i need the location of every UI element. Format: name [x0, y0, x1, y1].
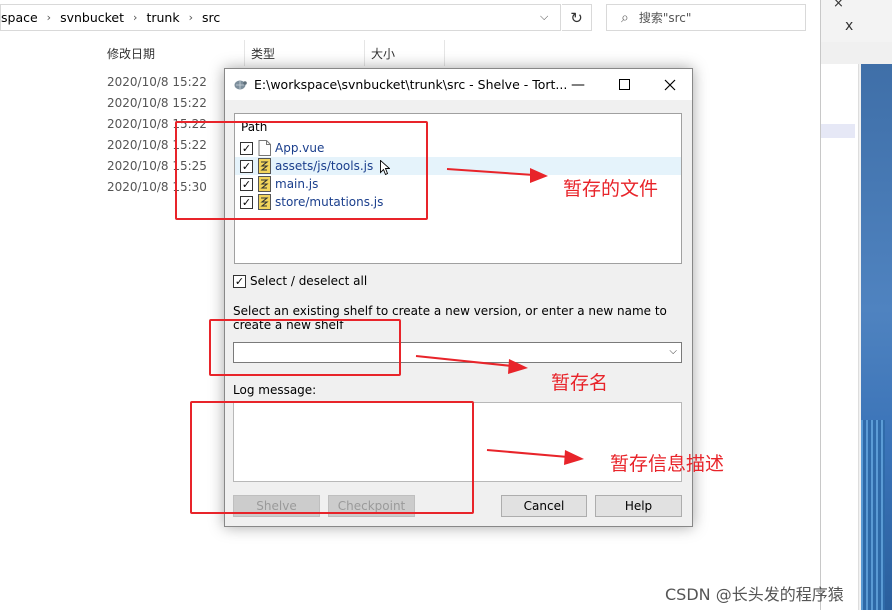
- help-button[interactable]: Help: [595, 495, 682, 517]
- checkmark-icon: ✓: [234, 274, 245, 288]
- files-highlight-box: [175, 121, 428, 220]
- chevron-down-icon[interactable]: ⌵: [540, 10, 554, 24]
- close-button[interactable]: [647, 69, 693, 100]
- close-icon[interactable]: ×: [833, 0, 844, 11]
- select-all-checkbox[interactable]: ✓ Select / deselect all: [233, 274, 367, 288]
- dialog-title: E:\workspace\svnbucket\trunk\src - Shelv…: [254, 77, 568, 92]
- address-bar[interactable]: space › svnbucket › trunk › src ⌵: [0, 4, 561, 31]
- log-message-label: Log message:: [233, 383, 317, 397]
- background-window: × x: [820, 0, 892, 610]
- refresh-icon: ↻: [570, 8, 583, 27]
- search-input[interactable]: ⌕ 搜索"src": [606, 4, 806, 31]
- log-message-highlight-box: [190, 401, 474, 514]
- maximize-icon: [618, 79, 630, 90]
- close-icon[interactable]: x: [845, 18, 853, 34]
- select-all-label: Select / deselect all: [250, 274, 368, 288]
- chevron-right-icon: ›: [188, 11, 193, 24]
- description-annotation: 暂存信息描述: [610, 453, 725, 475]
- breadcrumb-src[interactable]: src: [202, 10, 220, 25]
- list-item: 2020/10/8 15:22: [107, 96, 207, 110]
- refresh-button[interactable]: ↻: [562, 4, 592, 31]
- column-header-type[interactable]: 类型: [245, 40, 365, 66]
- dialog-titlebar[interactable]: E:\workspace\svnbucket\trunk\src - Shelv…: [225, 69, 692, 100]
- list-item: 2020/10/8 15:22: [107, 75, 207, 89]
- select-all-box[interactable]: ✓: [233, 274, 246, 288]
- background-window-titlebar: [821, 0, 892, 42]
- search-icon: ⌕: [621, 9, 629, 26]
- breadcrumb-trunk[interactable]: trunk: [146, 10, 179, 25]
- files-annotation: 暂存的文件: [563, 178, 659, 200]
- chevron-down-icon[interactable]: ⌵: [669, 346, 677, 357]
- column-header-size[interactable]: 大小: [365, 40, 445, 66]
- watermark: CSDN @长头发的程序猿: [665, 585, 844, 604]
- minimize-icon: —: [571, 76, 585, 93]
- shelf-name-annotation: 暂存名: [551, 372, 609, 394]
- selected-row: [821, 124, 855, 138]
- wallpaper-building: [861, 420, 885, 610]
- cancel-button[interactable]: Cancel: [501, 495, 587, 517]
- column-header-modified[interactable]: 修改日期: [101, 40, 245, 66]
- search-placeholder: 搜索"src": [638, 11, 692, 25]
- background-pane: [821, 64, 859, 610]
- breadcrumb-svnbucket[interactable]: svnbucket: [60, 10, 124, 25]
- tortoise-icon: [234, 80, 247, 90]
- breadcrumb-workspace[interactable]: space: [1, 10, 38, 25]
- chevron-right-icon: ›: [46, 11, 52, 24]
- maximize-button[interactable]: [601, 69, 647, 100]
- shelf-name-highlight-box: [209, 319, 401, 376]
- close-icon: [664, 79, 676, 90]
- minimize-button[interactable]: —: [555, 69, 601, 100]
- chevron-right-icon: ›: [133, 11, 138, 24]
